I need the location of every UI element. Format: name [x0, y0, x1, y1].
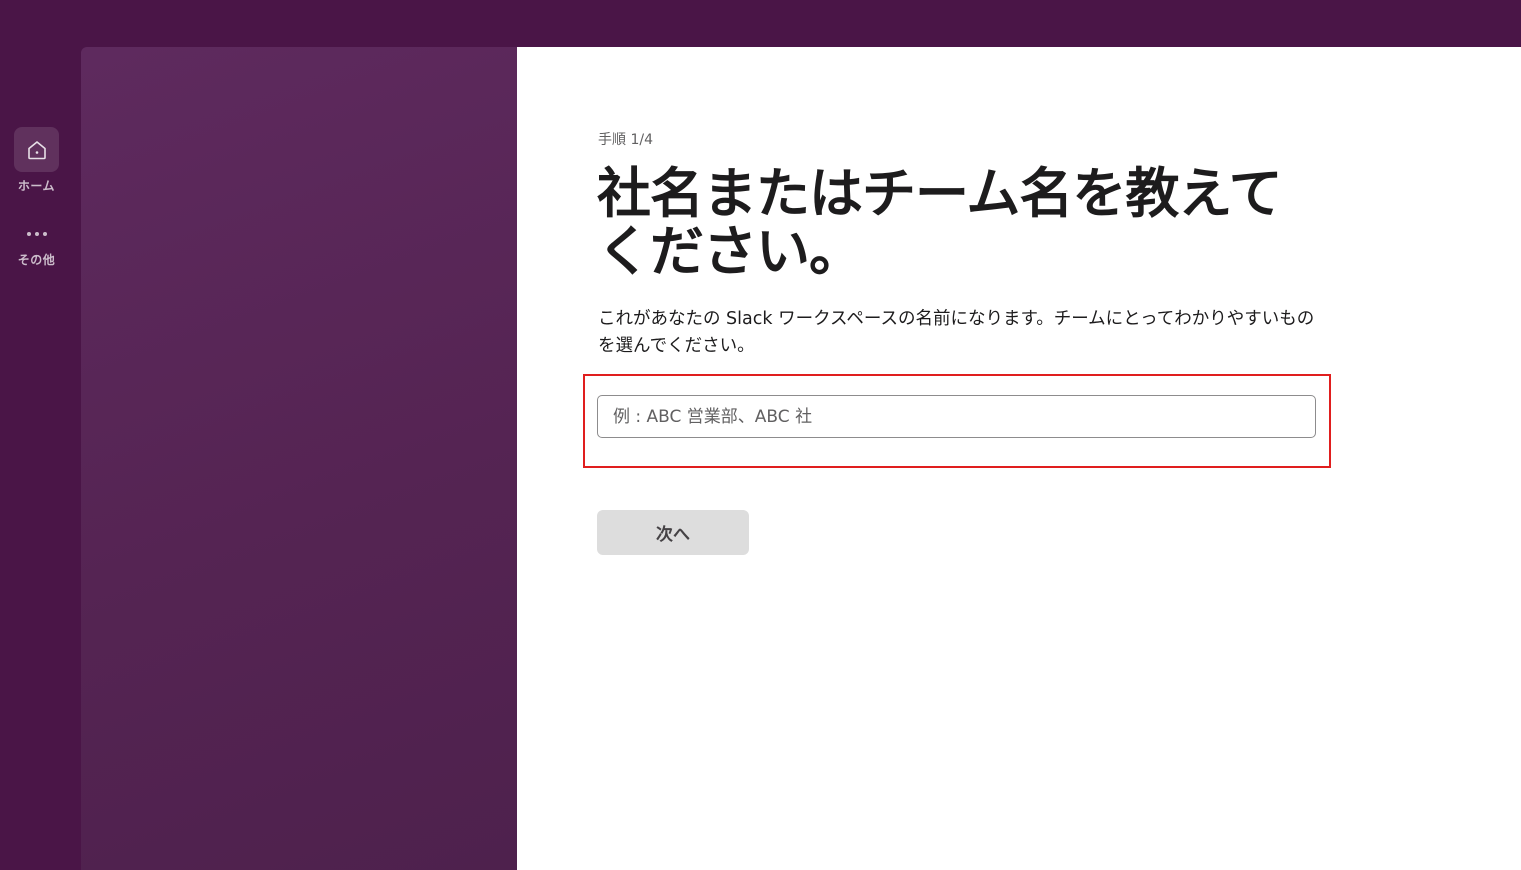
rail-item-home[interactable]: ホーム [0, 127, 73, 194]
setup-main: 手順 1/4 社名またはチーム名を教えてください。 これがあなたの Slack … [517, 47, 1521, 870]
next-button[interactable]: 次へ [597, 510, 749, 555]
rail-home-label: ホーム [17, 179, 56, 193]
workspace-name-input[interactable] [597, 395, 1316, 438]
sidebar-panel [81, 47, 517, 870]
home-tile[interactable] [14, 127, 59, 172]
step-indicator: 手順 1/4 [598, 132, 653, 148]
page-title: 社名またはチーム名を教えてください。 [597, 162, 1283, 283]
slack-app: ホーム その他 手順 1/4 社名またはチーム名を教えてください。 これがあなた… [0, 0, 1521, 870]
more-dots-icon [26, 232, 47, 236]
workspace-rail: ホーム その他 [0, 47, 81, 870]
rail-more-label: その他 [17, 253, 56, 267]
rail-item-more[interactable]: その他 [0, 222, 73, 268]
more-tile[interactable] [14, 222, 59, 246]
home-icon [27, 140, 46, 159]
page-description: これがあなたの Slack ワークスペースの名前になります。チームにとってわかり… [598, 309, 1315, 356]
top-bar [0, 0, 1521, 47]
